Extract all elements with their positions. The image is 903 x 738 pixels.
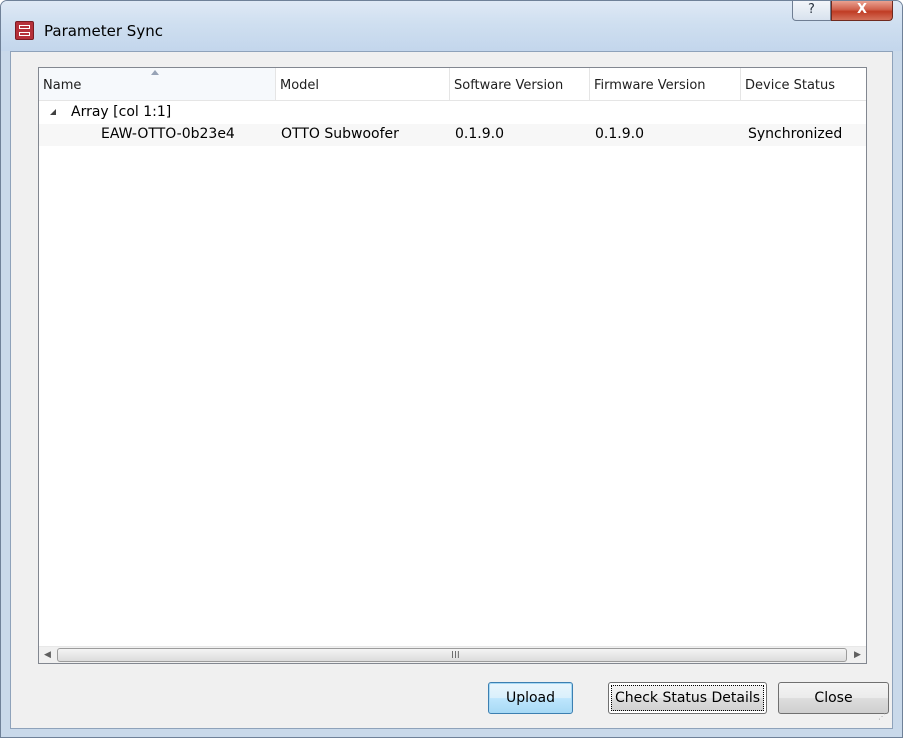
horizontal-scrollbar[interactable]: ◀ III ▶	[39, 646, 866, 663]
column-header-label: Device Status	[745, 78, 836, 93]
column-header-row: Name Model Software Version Firmware Ver…	[39, 68, 866, 101]
column-header-name[interactable]: Name	[39, 68, 276, 100]
check-status-details-button[interactable]: Check Status Details	[608, 682, 767, 714]
resize-grip-icon[interactable]: ⋰	[878, 713, 890, 726]
help-button[interactable]: ?	[792, 1, 831, 21]
firmware-version-cell: 0.1.9.0	[595, 126, 644, 142]
device-name-cell: EAW-OTTO-0b23e4	[101, 126, 235, 142]
column-header-label: Software Version	[454, 78, 564, 93]
scrollbar-thumb[interactable]: III	[57, 648, 847, 662]
group-label: Array [col 1:1]	[71, 104, 172, 120]
sort-ascending-icon	[151, 70, 159, 75]
device-tree-list[interactable]: Name Model Software Version Firmware Ver…	[38, 67, 867, 664]
parameter-sync-window: Parameter Sync ? X Name Model Software V…	[0, 0, 903, 738]
upload-button[interactable]: Upload	[488, 682, 573, 714]
app-icon	[15, 21, 34, 40]
software-version-cell: 0.1.9.0	[455, 126, 504, 142]
expanded-triangle-icon[interactable]	[50, 109, 56, 115]
device-model-cell: OTTO Subwoofer	[281, 126, 399, 142]
column-header-device-status[interactable]: Device Status	[741, 68, 866, 100]
scroll-left-arrow-icon[interactable]: ◀	[39, 647, 56, 663]
table-row[interactable]: EAW-OTTO-0b23e4 OTTO Subwoofer 0.1.9.0 0…	[39, 124, 866, 146]
scrollbar-grip-icon: III	[451, 650, 460, 661]
column-header-software-version[interactable]: Software Version	[450, 68, 590, 100]
column-header-label: Model	[280, 78, 320, 93]
column-header-model[interactable]: Model	[276, 68, 450, 100]
window-close-button[interactable]: X	[831, 1, 893, 21]
column-header-label: Name	[43, 78, 82, 93]
close-button[interactable]: Close	[778, 682, 889, 714]
dialog-client-area: Name Model Software Version Firmware Ver…	[10, 51, 893, 729]
title-bar[interactable]: Parameter Sync ? X	[1, 1, 902, 51]
column-header-label: Firmware Version	[594, 78, 706, 93]
column-header-firmware-version[interactable]: Firmware Version	[590, 68, 741, 100]
device-status-cell: Synchronized	[748, 126, 843, 142]
tree-group-row[interactable]: Array [col 1:1]	[39, 102, 866, 124]
window-title: Parameter Sync	[44, 22, 163, 40]
scroll-right-arrow-icon[interactable]: ▶	[849, 647, 866, 663]
